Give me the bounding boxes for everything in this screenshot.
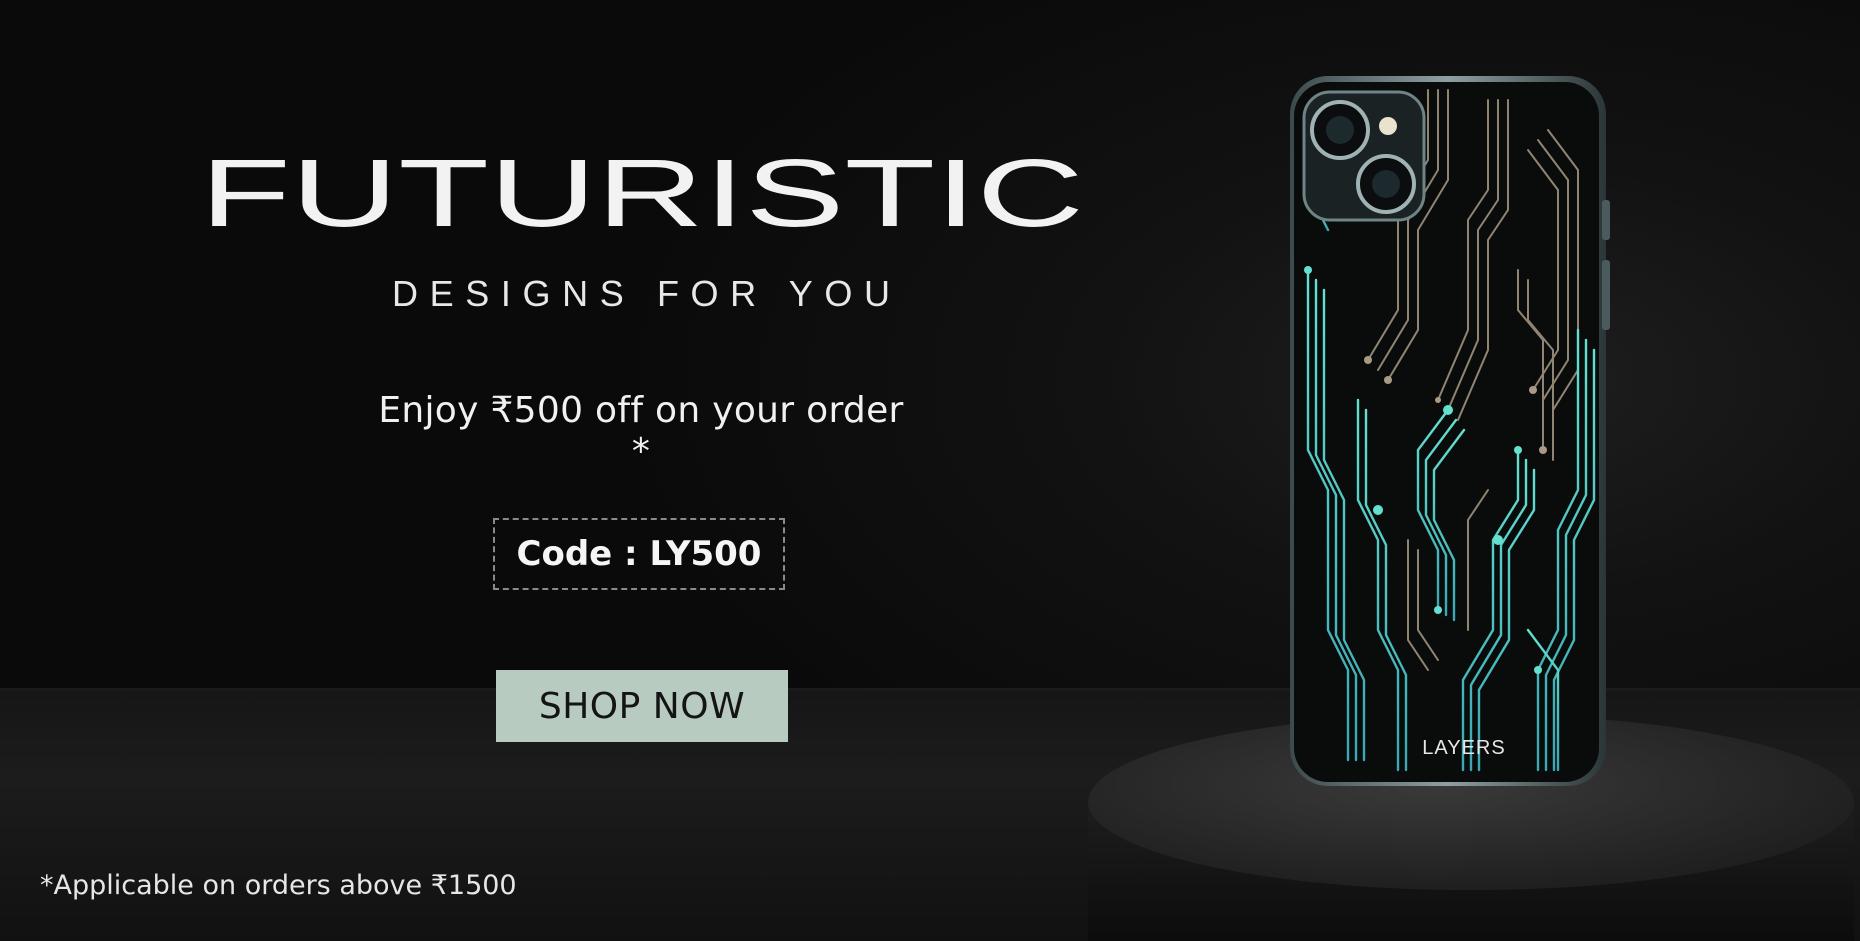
promo-code-box: Code : LY500 (493, 518, 785, 590)
disclaimer-text: *Applicable on orders above ₹1500 (40, 870, 517, 901)
subheadline: DESIGNS FOR YOU (392, 272, 892, 314)
subheadline-text: DESIGNS FOR YOU (392, 273, 890, 312)
offer-text: Enjoy ₹500 off on your order * (378, 390, 904, 472)
shop-now-button[interactable]: SHOP NOW (496, 670, 788, 742)
phone-with-circuit-skin: LAYERS (1290, 76, 1610, 786)
hero-banner: FUTURISTIC DESIGNS FOR YOU Enjoy ₹500 of… (0, 0, 1860, 941)
headline: FUTURISTIC (200, 148, 1088, 236)
headline-text: FUTURISTIC (200, 148, 1084, 236)
promo-code-text: Code : LY500 (516, 534, 762, 574)
brand-mark: LAYERS (1422, 737, 1505, 759)
